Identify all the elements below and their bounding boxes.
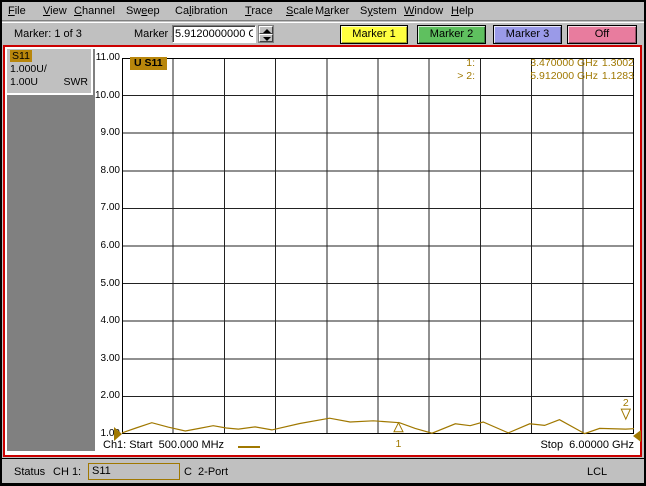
- menu-bar: File View Channel Sweep Calibration Trac…: [2, 2, 644, 21]
- spinner-up-icon: [263, 29, 271, 33]
- frequency-spinner: [258, 25, 274, 43]
- y-tick-label: 8.00: [90, 165, 120, 177]
- y-tick-label: 4.00: [90, 315, 120, 327]
- menu-help[interactable]: Help: [449, 4, 476, 18]
- marker-2-symbol[interactable]: [621, 409, 630, 419]
- y-tick-label: 3.00: [90, 353, 120, 365]
- sweep-start-label: Ch1: Start 500.000 MHz: [103, 439, 224, 451]
- marker-1-button[interactable]: Marker 1: [340, 25, 408, 44]
- menu-system[interactable]: System: [358, 4, 399, 18]
- marker-readout-2-num: > 2:: [420, 70, 475, 82]
- marker-1-label: 1: [396, 438, 402, 450]
- spinner-up-button[interactable]: [259, 26, 273, 34]
- trace-ref-text: 1.00U: [10, 76, 38, 89]
- trace-scale-text: 1.000U/: [10, 63, 88, 76]
- marker-toolbar: Marker: 1 of 3 Marker 2 Marker 1 Marker …: [2, 22, 644, 45]
- control-mode-text: LCL: [587, 466, 607, 478]
- marker-2-button[interactable]: Marker 2: [417, 25, 486, 44]
- sweep-stop-label: Stop 6.00000 GHz: [435, 439, 634, 451]
- marker-readout-1-freq: 3.470000 GHz: [480, 57, 598, 69]
- marker-off-button[interactable]: Off: [567, 25, 637, 44]
- vna-application-window: File View Channel Sweep Calibration Trac…: [0, 0, 646, 486]
- marker-readout-2-value: 1.1283: [594, 70, 634, 82]
- marker-status-text: Marker: 1 of 3: [14, 28, 82, 40]
- spinner-down-icon: [263, 37, 271, 41]
- measurement-box: S11: [88, 463, 180, 480]
- trace-status-panel: S11 1.000U/ 1.00U SWR: [7, 49, 95, 451]
- menu-calibration[interactable]: Calibration: [173, 4, 230, 18]
- window-chrome: File View Channel Sweep Calibration Trac…: [2, 2, 644, 483]
- marker-3-button[interactable]: Marker 3: [493, 25, 562, 44]
- menu-channel[interactable]: Channel: [72, 4, 117, 18]
- menu-window[interactable]: Window: [402, 4, 445, 18]
- status-bar: Status CH 1: S11 C 2-Port LCL: [2, 458, 644, 483]
- marker-frequency-input[interactable]: [172, 25, 256, 43]
- y-tick-label: 5.00: [90, 278, 120, 290]
- menu-file[interactable]: File: [6, 4, 28, 18]
- plot-area: 12: [122, 58, 634, 434]
- menu-view[interactable]: View: [41, 4, 69, 18]
- y-tick-label: 2.00: [90, 390, 120, 402]
- channel-label: CH 1:: [53, 466, 81, 478]
- spinner-down-button[interactable]: [259, 34, 273, 42]
- menu-trace[interactable]: Trace: [243, 4, 275, 18]
- menu-scale[interactable]: Scale: [284, 4, 316, 18]
- ref-level-indicator-right[interactable]: [633, 430, 641, 442]
- y-tick-label: 10.00: [90, 90, 120, 102]
- trace-format-text: SWR: [64, 76, 89, 89]
- y-tick-label: 9.00: [90, 127, 120, 139]
- y-tick-label: 11.00: [90, 52, 120, 64]
- cal-status-text: C 2-Port: [184, 466, 228, 478]
- trace-color-legend-icon: [238, 446, 260, 448]
- trace-name-badge: S11: [10, 50, 32, 62]
- marker-readout-1-value: 1.3002: [594, 57, 634, 69]
- trace-status-box[interactable]: S11 1.000U/ 1.00U SWR: [7, 49, 93, 95]
- y-axis-labels: 11.00 10.00 9.00 8.00 7.00 6.00 5.00 4.00 3.00 2.…: [90, 47, 120, 459]
- channel-window: S11 1.000U/ 1.00U SWR 11.00 10.00 9.00 8.00…: [3, 45, 642, 457]
- marker-readout-2-freq: 5.912000 GHz: [480, 70, 598, 82]
- active-trace-label[interactable]: U S11: [130, 57, 167, 70]
- y-tick-label: 6.00: [90, 240, 120, 252]
- measurement-text: S11: [92, 465, 111, 477]
- menu-sweep[interactable]: Sweep: [124, 4, 162, 18]
- menu-marker[interactable]: Marker: [313, 4, 351, 18]
- marker-field-label: Marker 2: [134, 28, 177, 40]
- y-tick-label: 7.00: [90, 202, 120, 214]
- status-label: Status: [14, 466, 45, 478]
- marker-readout-1-num: 1:: [420, 57, 475, 69]
- marker-2-label: 2: [623, 397, 629, 409]
